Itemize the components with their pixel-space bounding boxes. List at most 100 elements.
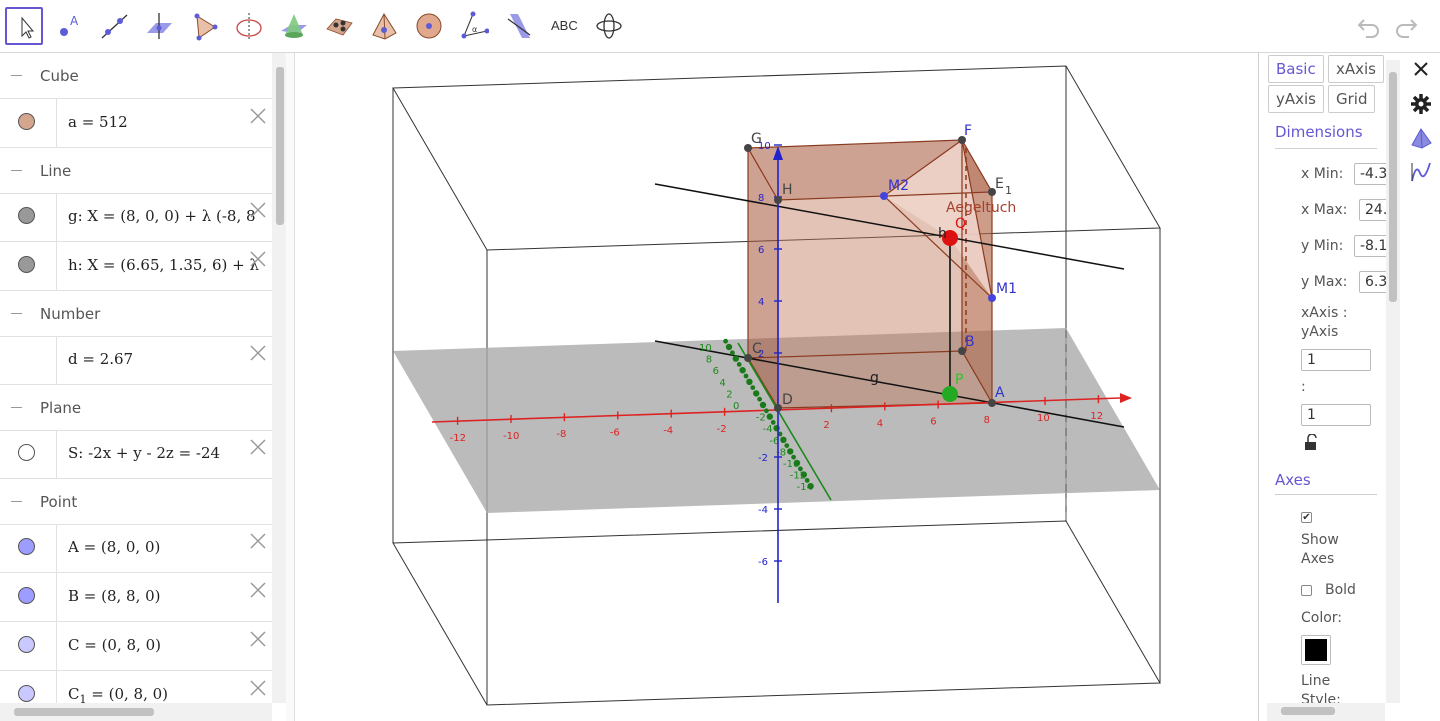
collapse-icon[interactable] [11,75,22,76]
delete-icon[interactable] [249,679,267,697]
tab-xaxis[interactable]: xAxis [1328,55,1384,83]
delete-icon[interactable] [249,250,267,268]
rotate-view-tool-button[interactable] [590,7,628,45]
y-tick-label: 4 [719,378,725,389]
ymin-field[interactable]: -8.1 [1354,235,1388,257]
scrollbar-thumb[interactable] [276,67,284,225]
perpendicular-tool-button[interactable] [140,7,178,45]
graphics3d-icon[interactable] [1410,127,1432,149]
y-axis-dot [781,437,786,443]
algebra-item-S[interactable]: S: -2x + y - 2z = -24 [0,430,272,479]
show-axes-label-2: Axes [1301,551,1335,567]
algebra-expression[interactable]: C = (0, 8, 0) [68,636,272,654]
algebra-item-g[interactable]: g: X = (8, 0, 0) + λ (-8, 8 [0,193,272,242]
x-tick-label: 12 [1090,411,1103,422]
ymax-field[interactable]: 6.3 [1359,271,1388,293]
algebra-expression[interactable]: B = (8, 8, 0) [68,587,272,605]
algebra-expression[interactable]: A = (8, 0, 0) [68,538,272,556]
y-tick-label: -2 [756,413,766,424]
group-header-plane[interactable]: Plane [0,385,272,431]
pyramid-tool-button[interactable] [365,7,403,45]
xmax-field[interactable]: 24.5 [1359,199,1388,221]
undo-button[interactable] [1356,14,1382,40]
tab-yaxis[interactable]: yAxis [1268,85,1324,113]
line-tool-button[interactable] [95,7,133,45]
algebra-expression[interactable]: S: -2x + y - 2z = -24 [68,444,272,462]
algebra-item-A[interactable]: A = (8, 0, 0) [0,524,272,573]
delete-icon[interactable] [249,630,267,648]
collapse-icon[interactable] [11,313,22,314]
gear-icon[interactable] [1410,93,1432,115]
delete-icon[interactable] [249,438,267,456]
circle-tool-button[interactable] [230,7,268,45]
visibility-toggle[interactable] [18,256,35,273]
x-tick-label: -10 [503,431,519,442]
sphere-tool-button[interactable] [410,7,448,45]
properties-panel: Basic xAxis yAxis Grid Dimensions x Min:… [1258,53,1401,721]
group-header-point[interactable]: Point [0,479,272,525]
redo-button[interactable] [1393,14,1419,40]
algebra-expression[interactable]: g: X = (8, 0, 0) + λ (-8, 8 [68,207,272,225]
plane-tool-button[interactable] [320,7,358,45]
intersect-surfaces-tool-button[interactable] [275,7,313,45]
algebra-item-C[interactable]: C = (0, 8, 0) [0,622,272,671]
angle-tool-button[interactable]: α [455,7,493,45]
visibility-toggle[interactable] [18,636,35,653]
delete-icon[interactable] [249,107,267,125]
visibility-toggle[interactable] [18,113,35,130]
circle-axis-icon [236,13,262,39]
color-picker-button[interactable] [1301,635,1331,665]
delete-icon[interactable] [249,581,267,599]
polygon-tool-button[interactable] [185,7,223,45]
bold-checkbox[interactable] [1301,585,1312,596]
text-tool-label: ABC [551,18,578,33]
ratio-y-field[interactable]: 1 [1301,404,1371,426]
scene-3d[interactable]: -12 -10 -8 -6 -4 -2 2 4 6 8 10 12 1086420-2-4-6-8-1… [295,53,1258,721]
svg-text:A: A [70,14,79,28]
scrollbar-thumb[interactable] [1281,707,1335,715]
group-header-line[interactable]: Line [0,148,272,194]
show-axes-checkbox[interactable]: ✔ [1301,512,1312,523]
collapse-icon[interactable] [11,407,22,408]
scrollbar-thumb[interactable] [1389,72,1397,302]
scrollbar-thumb[interactable] [14,708,154,716]
y-axis-dot [784,443,790,448]
tab-grid[interactable]: Grid [1328,85,1376,113]
collapse-icon[interactable] [11,501,22,502]
delete-icon[interactable] [249,344,267,362]
visibility-toggle[interactable] [18,685,35,702]
visibility-toggle[interactable] [18,538,35,555]
splitter[interactable] [286,53,295,721]
algebra-item-a[interactable]: a = 512 [0,99,272,148]
xmin-field[interactable]: -4.3 [1354,163,1388,185]
algebra-expression[interactable]: a = 512 [68,113,272,131]
graphics2d-icon[interactable] [1410,161,1432,183]
algebra-expression[interactable]: d = 2.67 [68,350,272,368]
algebra-item-d[interactable]: d = 2.67 [0,336,272,385]
point-tool-button[interactable]: A [50,7,88,45]
visibility-toggle[interactable] [18,444,35,461]
visibility-toggle[interactable] [18,587,35,604]
unlock-icon[interactable] [1303,434,1319,452]
close-icon[interactable] [1410,58,1432,80]
reflect-tool-button[interactable] [500,7,538,45]
group-header-number[interactable]: Number [0,291,272,337]
text-tool-button[interactable]: ABC [545,7,583,45]
algebra-expression[interactable]: h: X = (6.65, 1.35, 6) + λ [68,256,272,274]
toolbar: A α ABC [0,0,1440,53]
graphics-3d-view[interactable]: -12 -10 -8 -6 -4 -2 2 4 6 8 10 12 10 8 6 4 2 0 -2 -4 -6 -8 -1… [295,53,1258,721]
x-tick-label: 8 [984,415,990,426]
delete-icon[interactable] [249,201,267,219]
y-axis-dot [730,350,735,356]
algebra-item-B[interactable]: B = (8, 8, 0) [0,573,272,622]
algebra-item-h[interactable]: h: X = (6.65, 1.35, 6) + λ [0,242,272,291]
x-tick-label: -8 [556,429,566,440]
y-axis-dot [794,460,800,466]
collapse-icon[interactable] [11,170,22,171]
ratio-x-field[interactable]: 1 [1301,349,1371,371]
delete-icon[interactable] [249,532,267,550]
visibility-toggle[interactable] [18,207,35,224]
tab-basic[interactable]: Basic [1268,55,1324,83]
group-header-cube[interactable]: Cube [0,53,272,99]
move-tool-button[interactable] [5,7,43,45]
